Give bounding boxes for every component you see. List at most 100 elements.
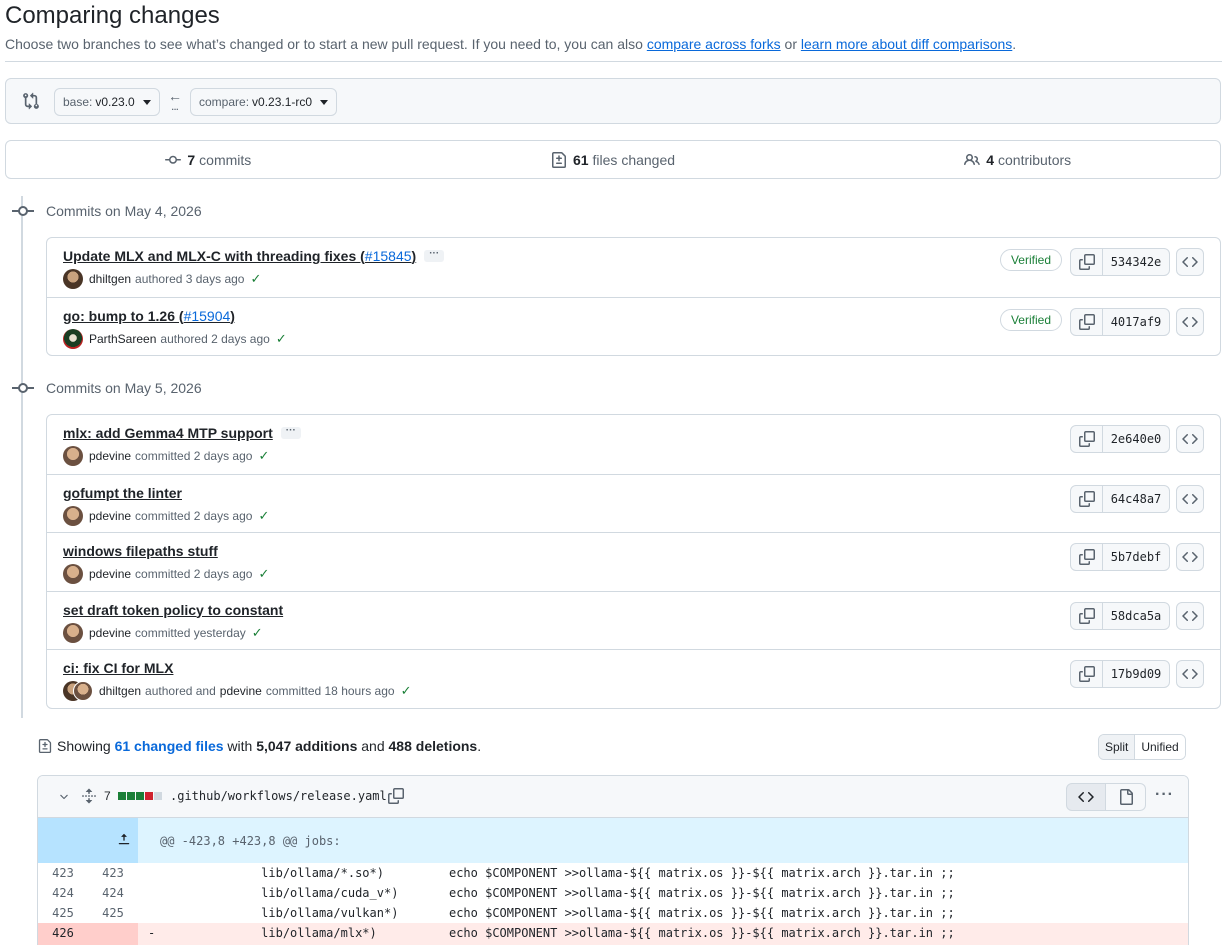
file-path-link[interactable]: .github/workflows/release.yaml <box>170 789 387 803</box>
commit-sha-link[interactable]: 64c48a7 <box>1103 486 1169 512</box>
file-view-toggle <box>1066 783 1146 811</box>
commits-tab[interactable]: 7 commits <box>6 141 411 178</box>
author-link[interactable]: pdevine <box>89 567 131 581</box>
copy-icon[interactable] <box>1071 426 1103 452</box>
copy-icon[interactable] <box>1071 544 1103 570</box>
browse-code-icon[interactable] <box>1176 543 1204 571</box>
expand-all-icon[interactable] <box>81 788 97 804</box>
browse-code-icon[interactable] <box>1176 425 1204 453</box>
browse-code-icon[interactable] <box>1176 307 1204 336</box>
browse-code-icon[interactable] <box>1176 601 1204 630</box>
old-line-number[interactable]: 423 <box>38 863 88 883</box>
base-branch-select[interactable]: base: v0.23.0 <box>54 88 160 116</box>
diff-view-toggle: Split Unified <box>1098 734 1186 760</box>
changed-files-link[interactable]: 61 changed files <box>115 738 224 754</box>
check-icon[interactable]: ✓ <box>258 566 269 582</box>
deletions-count: 488 deletions <box>388 738 478 754</box>
old-line-number[interactable]: 425 <box>38 903 88 923</box>
pr-link[interactable]: #15845 <box>365 248 412 264</box>
new-line-number[interactable] <box>88 923 138 943</box>
compare-label: compare: <box>199 95 250 109</box>
commit-title[interactable]: gofumpt the linter <box>63 485 182 501</box>
commit-title[interactable]: ci: fix CI for MLX <box>63 660 173 676</box>
hunk-header-text: @@ -423,8 +423,8 @@ jobs: <box>138 818 1188 863</box>
copy-icon[interactable] <box>1071 249 1103 275</box>
avatar[interactable] <box>63 328 83 349</box>
verified-badge[interactable]: Verified <box>999 249 1062 271</box>
avatar[interactable] <box>63 269 83 289</box>
expand-message-button[interactable]: ··· <box>424 249 445 262</box>
author-link[interactable]: dhiltgen <box>89 272 131 286</box>
check-icon[interactable]: ✓ <box>250 271 261 287</box>
compare-branch-select[interactable]: compare: v0.23.1-rc0 <box>190 88 338 116</box>
commit-title[interactable]: go: bump to 1.26 (#15904) <box>63 308 235 324</box>
old-line-number[interactable]: 426 <box>38 923 88 943</box>
avatar[interactable] <box>73 681 93 701</box>
commit-sha-link[interactable]: 58dca5a <box>1103 603 1169 629</box>
new-line-number[interactable]: 424 <box>88 883 138 903</box>
diff-table: @@ -423,8 +423,8 @@ jobs: 423 423 lib/oll… <box>38 818 1188 945</box>
files-changed-tab[interactable]: 61 files changed <box>411 141 816 178</box>
unified-view-button[interactable]: Unified <box>1135 735 1185 759</box>
copy-icon[interactable] <box>388 788 404 804</box>
browse-code-icon[interactable] <box>1176 484 1204 513</box>
copy-icon[interactable] <box>1071 308 1103 335</box>
diffstat-blocks <box>118 792 162 800</box>
split-view-button[interactable]: Split <box>1099 735 1136 759</box>
copy-icon[interactable] <box>1071 485 1103 512</box>
commit-sha-link[interactable]: 17b9d09 <box>1103 661 1169 687</box>
avatar[interactable] <box>63 446 83 466</box>
learn-more-link[interactable]: learn more about diff comparisons <box>801 36 1012 52</box>
browse-code-icon[interactable] <box>1176 248 1204 276</box>
commit-row: ci: fix CI for MLX dhiltgen authored and… <box>47 649 1220 708</box>
author-link[interactable]: dhiltgen <box>99 684 141 698</box>
expand-message-button[interactable]: ··· <box>280 426 301 439</box>
avatar[interactable] <box>63 505 83 526</box>
commit-title[interactable]: set draft token policy to constant <box>63 602 283 618</box>
check-icon[interactable]: ✓ <box>401 683 412 699</box>
check-icon[interactable]: ✓ <box>252 625 263 641</box>
commit-title[interactable]: mlx: add Gemma4 MTP support ··· <box>63 425 301 441</box>
new-line-number[interactable]: 423 <box>88 863 138 883</box>
avatar[interactable] <box>63 622 83 643</box>
author-link[interactable]: pdevine <box>89 509 131 523</box>
check-icon[interactable]: ✓ <box>258 508 269 524</box>
contributors-tab[interactable]: 4 contributors <box>815 141 1220 178</box>
sha-button-group: 64c48a7 <box>1070 484 1170 513</box>
commit-sha-link[interactable]: 2e640e0 <box>1103 426 1169 452</box>
check-icon[interactable]: ✓ <box>258 448 269 464</box>
commit-title[interactable]: windows filepaths stuff <box>63 543 218 559</box>
or-text: or <box>784 36 797 52</box>
chevron-down-icon[interactable] <box>58 791 70 803</box>
check-icon[interactable]: ✓ <box>276 331 287 347</box>
pr-link[interactable]: #15904 <box>184 308 231 324</box>
commit-date-label: Commits on May 4, 2026 <box>46 203 202 219</box>
new-line-number[interactable]: 425 <box>88 903 138 923</box>
range-dots: ... <box>171 99 179 113</box>
commit-meta: dhiltgen authored and pdevine committed … <box>63 681 411 701</box>
copy-icon[interactable] <box>1071 661 1103 687</box>
file-view-icon[interactable] <box>1106 783 1146 811</box>
avatar[interactable] <box>63 564 83 584</box>
commit-list: mlx: add Gemma4 MTP support ··· pdevine … <box>46 414 1221 709</box>
old-line-number[interactable]: 424 <box>38 883 88 903</box>
files-label: files changed <box>592 151 676 168</box>
commit-sha-link[interactable]: 5b7debf <box>1103 544 1169 570</box>
commit-sha-link[interactable]: 4017af9 <box>1103 309 1169 335</box>
contributors-count: 4 <box>986 151 994 168</box>
author-link[interactable]: ParthSareen <box>89 332 156 346</box>
browse-code-icon[interactable] <box>1176 660 1204 688</box>
verified-badge[interactable]: Verified <box>999 308 1062 331</box>
copy-icon[interactable] <box>1071 602 1103 629</box>
code-view-icon[interactable] <box>1066 783 1106 811</box>
kebab-menu-icon[interactable]: ··· <box>1155 786 1174 804</box>
expand-up-icon[interactable] <box>38 818 138 863</box>
author-link[interactable]: pdevine <box>89 449 131 463</box>
author-link[interactable]: pdevine <box>89 626 131 640</box>
file-header: 7 .github/workflows/release.yaml ··· <box>38 776 1188 818</box>
commit-sha-link[interactable]: 534342e <box>1103 249 1169 275</box>
sha-button-group: 17b9d09 <box>1070 660 1170 688</box>
commit-title[interactable]: Update MLX and MLX-C with threading fixe… <box>63 248 445 264</box>
compare-forks-link[interactable]: compare across forks <box>647 36 781 52</box>
committer-link[interactable]: pdevine <box>220 684 262 698</box>
